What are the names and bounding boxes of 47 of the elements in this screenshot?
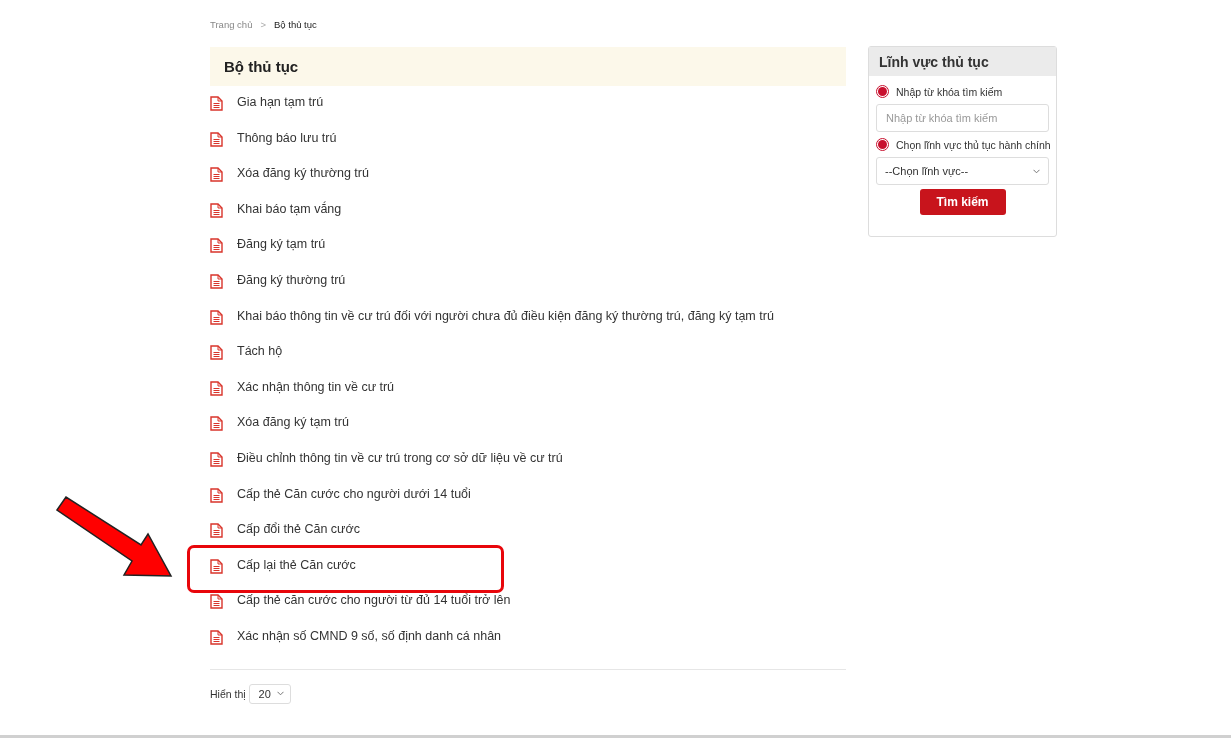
search-button[interactable]: Tìm kiếm: [919, 189, 1006, 215]
document-icon: [210, 238, 223, 254]
procedure-link[interactable]: Cấp đổi thẻ Căn cước: [237, 522, 360, 537]
caret-icon: [1033, 168, 1040, 174]
document-icon: [210, 629, 223, 645]
document-icon: [210, 96, 223, 111]
document-icon: [210, 202, 223, 218]
document-icon: [210, 273, 223, 289]
document-icon: [210, 309, 223, 325]
procedure-link[interactable]: Điều chỉnh thông tin về cư trú trong cơ sở dữ liệu về cư trú: [237, 450, 563, 465]
procedure-link[interactable]: Xác nhận số CMND 9 số, số định danh cá nhân: [237, 628, 502, 643]
option-label: Nhập từ khóa tìm kiếm: [896, 85, 1003, 98]
breadcrumb-link[interactable]: Trang chủ: [210, 18, 253, 30]
option-label: Chọn lĩnh vực thủ tục hành chính: [896, 138, 1051, 151]
procedure-link[interactable]: Cấp thẻ căn cước cho người từ đủ 14 tuổi trở lên: [237, 593, 511, 608]
procedure-link[interactable]: Thông báo lưu trú: [237, 130, 337, 145]
document-icon: [210, 594, 223, 610]
radio-button[interactable]: [876, 138, 889, 151]
document-icon: [210, 451, 223, 467]
document-icon: [210, 558, 223, 574]
procedure-link[interactable]: Đăng ký tạm trú: [237, 237, 326, 252]
page-size-label: Hiển thị: [210, 687, 246, 700]
document-icon: [210, 416, 223, 432]
procedure-link[interactable]: Khai báo tạm vắng: [237, 201, 342, 216]
procedure-link[interactable]: Gia hạn tạm trú: [237, 95, 324, 109]
caret-icon: [276, 691, 284, 696]
document-icon: [210, 523, 223, 539]
sidebar-title: Lĩnh vực thủ tục: [869, 47, 1056, 76]
procedure-link[interactable]: Đăng ký thường trú: [237, 272, 346, 287]
procedure-link[interactable]: Xóa đăng ký tạm trú: [237, 415, 349, 430]
page-size-select[interactable]: 20: [248, 683, 291, 704]
field-select[interactable]: --Chọn lĩnh vực--: [876, 157, 1049, 185]
procedure-link[interactable]: Cấp lại thẻ Căn cước: [237, 557, 356, 572]
document-icon: [210, 345, 223, 361]
procedure-link[interactable]: Xác nhận thông tin về cư trú: [237, 379, 395, 394]
procedure-link[interactable]: Xóa đăng ký thường trú: [237, 166, 369, 181]
document-icon: [210, 487, 223, 503]
keyword-field[interactable]: Nhập từ khóa tìm kiếm: [876, 104, 1049, 132]
document-icon: [210, 380, 223, 396]
procedure-link[interactable]: Khai báo thông tin về cư trú đối với người chưa đủ điều kiện đăng ký thường trú, đăng ký tạm trú: [237, 308, 774, 323]
radio-button[interactable]: [876, 85, 889, 98]
breadcrumb-separator: >: [260, 18, 266, 30]
document-icon: [210, 167, 223, 183]
page-heading: Bộ thủ tục: [210, 47, 846, 86]
procedure-link[interactable]: Cấp thẻ Căn cước cho người dưới 14 tuổi: [237, 486, 471, 501]
document-icon: [210, 131, 223, 147]
procedure-link[interactable]: Tách hộ: [237, 344, 283, 359]
